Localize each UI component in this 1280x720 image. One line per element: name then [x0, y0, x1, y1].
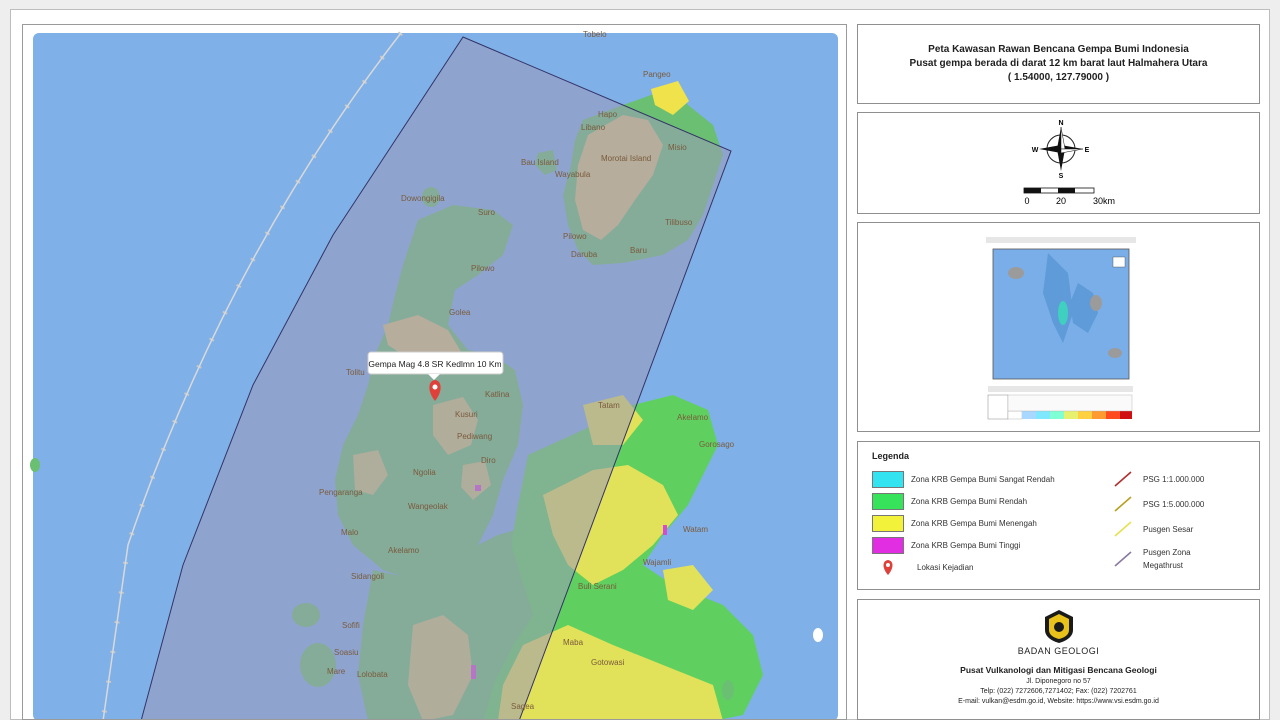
- place-name-label: Katlina: [485, 390, 510, 399]
- agency-name: BADAN GEOLOGI: [1017, 646, 1100, 656]
- place-name-label: Bau Island: [521, 158, 559, 167]
- place-name-label: Daruba: [571, 250, 598, 259]
- place-name-label: Pediwang: [457, 432, 492, 441]
- place-name-label: Buli Serani: [578, 582, 617, 591]
- agency-phone: Telp: (022) 7272606,7271402; Fax: (022) …: [980, 688, 1137, 695]
- badan-geologi-logo: [1045, 610, 1073, 643]
- compass-west: W: [1032, 147, 1039, 154]
- scale-tick: 20: [1056, 196, 1066, 206]
- place-name-label: Pangeo: [643, 70, 671, 79]
- place-name-label: Diro: [481, 456, 496, 465]
- place-name-label: Suro: [478, 208, 495, 217]
- inset-caption: [986, 237, 1136, 243]
- place-name-label: Akelamo: [388, 546, 420, 555]
- small-island: [813, 628, 823, 642]
- place-name-label: Sagea: [511, 702, 535, 711]
- map-subtitle: Pusat gempa berada di darat 12 km barat …: [909, 58, 1208, 69]
- agency-contact: E-mail: vulkan@esdm.go.id, Website: http…: [958, 698, 1159, 705]
- epicenter-label: Gempa Mag 4.8 SR Kedlmn 10 Km: [368, 359, 501, 369]
- legend-item: PSG 1:5.000.000: [1112, 495, 1204, 513]
- place-name-label: Pengaranga: [319, 488, 363, 497]
- place-name-label: Pilowo: [563, 232, 587, 241]
- agency-center: Pusat Vulkanologi dan Mitigasi Bencana G…: [960, 665, 1157, 675]
- legend-item: PSG 1:1.000.000: [1112, 470, 1204, 488]
- map-title: Peta Kawasan Rawan Bencana Gempa Bumi In…: [928, 44, 1189, 55]
- place-name-label: Maba: [563, 638, 584, 647]
- legend-swatch: [872, 514, 904, 532]
- legend-item: Pusgen Zona Megathrust: [1112, 546, 1213, 576]
- place-name-label: Tilibuso: [665, 218, 693, 227]
- small-island: [722, 680, 734, 700]
- scale-tick: 0: [1024, 196, 1029, 206]
- place-name-label: Misio: [668, 143, 687, 152]
- place-name-label: Wajamli: [643, 558, 671, 567]
- legend-item: Zona KRB Gempa Bumi Menengah: [872, 514, 1037, 532]
- place-name-label: Lolobata: [357, 670, 388, 679]
- place-name-label: Morotai Island: [601, 154, 651, 163]
- agency-address: Jl. Diponegoro no 57: [1026, 678, 1091, 685]
- compass-rose-icon: N S E W 0 20 30km: [1023, 120, 1115, 206]
- place-name-label: Pilowo: [471, 264, 495, 273]
- legend-item: Pusgen Sesar: [1112, 520, 1193, 538]
- place-name-label: Tolitu: [346, 368, 365, 377]
- place-name-label: Baru: [630, 246, 647, 255]
- place-name-label: Gotowasi: [591, 658, 625, 667]
- small-island: [30, 458, 40, 472]
- place-name-label: Akelamo: [677, 413, 709, 422]
- legend-item: Zona KRB Gempa Bumi Tinggi: [872, 536, 1020, 554]
- place-name-label: Tobelo: [583, 30, 607, 39]
- inset-shakemap: [986, 237, 1136, 420]
- place-name-label: Mare: [327, 667, 346, 676]
- place-name-label: Wayabula: [555, 170, 591, 179]
- compass-south: S: [1059, 173, 1064, 180]
- legend-title: Legenda: [872, 451, 910, 461]
- place-name-label: Sofifi: [342, 621, 360, 630]
- place-name-label: Gorosago: [699, 440, 735, 449]
- map-canvas: Pangeo Hapo Libano Misio Morotai Island Bau I…: [23, 25, 846, 719]
- place-name-label: Wangeolak: [408, 502, 449, 511]
- place-name-label: Soasiu: [334, 648, 358, 657]
- legend-swatch: [872, 470, 904, 488]
- compass-panel: N S E W 0 20 30km: [857, 112, 1260, 214]
- fault-line-icon: [1114, 521, 1132, 537]
- place-name-label: Ngolia: [413, 468, 436, 477]
- compass-east: E: [1085, 147, 1090, 154]
- legend-swatch: [872, 536, 904, 554]
- location-pin-icon: [883, 560, 893, 575]
- place-name-label: Malo: [341, 528, 359, 537]
- place-name-label: Kusuri: [455, 410, 478, 419]
- high-hazard-spot: [663, 525, 667, 535]
- fault-line-icon: [1114, 471, 1132, 487]
- scale-tick: 30km: [1093, 196, 1115, 206]
- inset-map-panel: [857, 222, 1260, 432]
- legend-item: Lokasi Kejadian: [878, 558, 973, 576]
- place-name-label: Tatam: [598, 401, 620, 410]
- megathrust-line-icon: [1114, 551, 1132, 567]
- legend-item: Zona KRB Gempa Bumi Sangat Rendah: [872, 470, 1055, 488]
- place-name-label: Dowongigila: [401, 194, 445, 203]
- intensity-scale: [987, 394, 1133, 420]
- title-panel: Peta Kawasan Rawan Bencana Gempa Bumi In…: [857, 24, 1260, 104]
- place-name-label: Sidangoli: [351, 572, 384, 581]
- place-name-label: Hapo: [598, 110, 618, 119]
- compass-north: N: [1058, 120, 1063, 127]
- place-name-label: Golea: [449, 308, 471, 317]
- legend-panel: Legenda Zona KRB Gempa Bumi Sangat Renda…: [857, 441, 1260, 590]
- place-name-label: Libano: [581, 123, 606, 132]
- agency-panel: BADAN GEOLOGI Pusat Vulkanologi dan Miti…: [857, 599, 1260, 720]
- fault-line-icon: [1114, 496, 1132, 512]
- hazard-map: Pangeo Hapo Libano Misio Morotai Island Bau I…: [22, 24, 847, 720]
- legend-swatch: [872, 492, 904, 510]
- epicenter-coordinates: ( 1.54000, 127.79000 ): [1007, 72, 1110, 83]
- scale-bar: [1023, 187, 1095, 194]
- place-name-label: Watam: [683, 525, 708, 534]
- legend-item: Zona KRB Gempa Bumi Rendah: [872, 492, 1027, 510]
